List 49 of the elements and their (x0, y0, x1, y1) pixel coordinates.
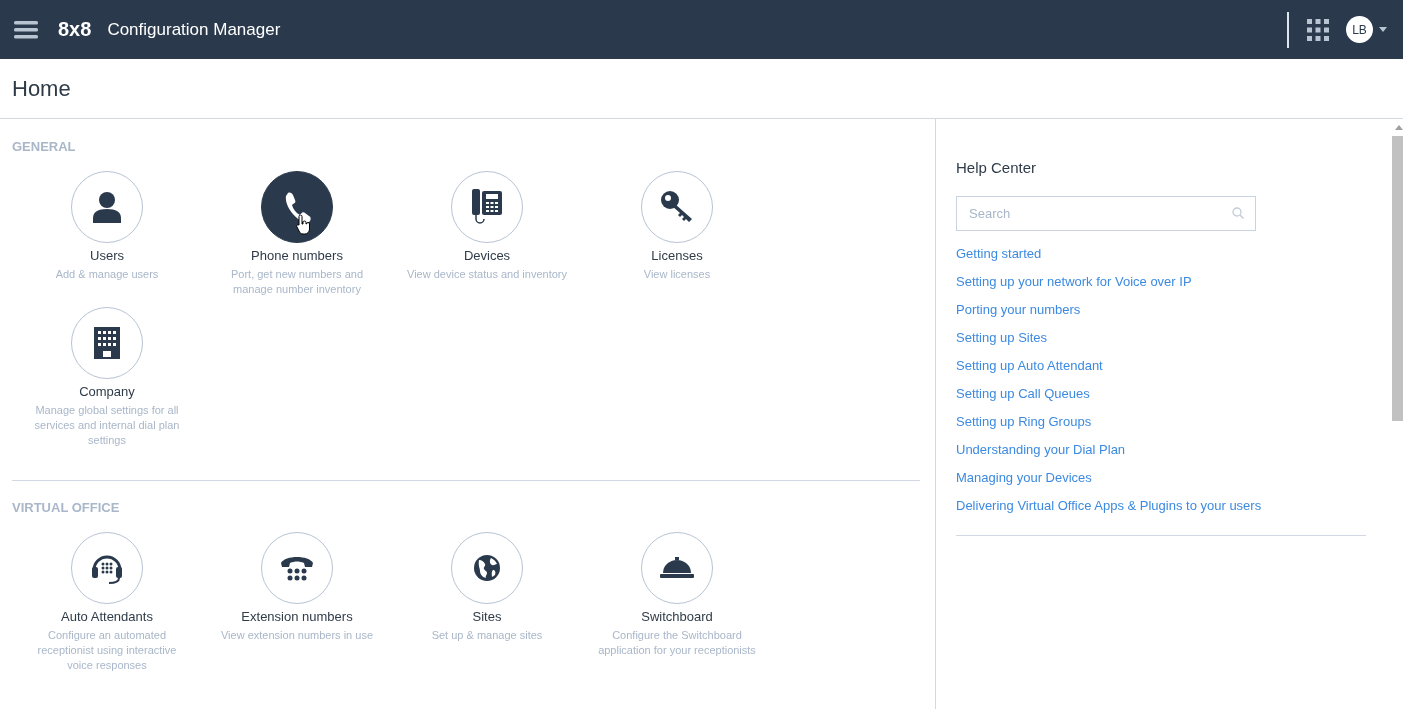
tile-description: Configure the Switchboard application for your receptionists (597, 628, 757, 658)
tile-title[interactable]: Users (90, 248, 124, 263)
help-link[interactable]: Setting up Sites (956, 324, 1048, 352)
tile-title[interactable]: Company (79, 384, 135, 399)
desk-phone-icon (472, 189, 502, 225)
tile-title[interactable]: Licenses (651, 248, 703, 263)
help-link[interactable]: Managing your Devices (956, 464, 1092, 492)
help-link[interactable]: Setting up Auto Attendant (956, 352, 1103, 380)
tile-description: View device status and inventory (407, 267, 567, 282)
help-link[interactable]: Setting up Call Queues (956, 380, 1090, 408)
key-icon (660, 190, 694, 224)
help-search-field[interactable]: Search (956, 196, 1256, 231)
help-link[interactable]: Getting started (956, 240, 1042, 268)
section-heading: GENERAL (12, 139, 77, 154)
tile-title[interactable]: Phone numbers (251, 248, 343, 263)
help-center-title: Help Center (956, 159, 1038, 176)
help-link[interactable]: Delivering Virtual Office Apps & Plugins to your users (956, 492, 1262, 520)
section-heading: VIRTUAL OFFICE (12, 500, 121, 515)
scroll-up-icon[interactable] (1394, 125, 1403, 130)
tile-description: Set up & manage sites (430, 628, 544, 643)
tile-description: View licenses (642, 267, 712, 282)
tile-title[interactable]: Sites (472, 609, 502, 624)
app-grid-icon[interactable] (1307, 18, 1329, 41)
menu-icon[interactable] (14, 20, 38, 39)
scrollbar-thumb[interactable] (1392, 136, 1403, 421)
building-icon (94, 327, 120, 359)
tile-title[interactable]: Extension numbers (241, 609, 353, 624)
help-link[interactable]: Understanding your Dial Plan (956, 436, 1126, 464)
user-avatar[interactable]: LB (1346, 16, 1373, 43)
tile-description: Add & manage users (54, 267, 160, 282)
tile-title[interactable]: Switchboard (641, 609, 713, 624)
hand-cursor-icon (296, 215, 310, 235)
search-icon (1232, 207, 1244, 219)
tile-title[interactable]: Devices (463, 248, 511, 263)
tile-description: View extension numbers in use (219, 628, 375, 643)
tile-title[interactable]: Auto Attendants (61, 609, 153, 624)
help-link[interactable]: Porting your numbers (956, 296, 1081, 324)
globe-icon (473, 554, 501, 582)
tile-description: Manage global settings for all services and internal dial plan settings (33, 403, 181, 448)
tile-description: Port, get new numbers and manage number inventory (229, 267, 365, 297)
service-bell-icon (660, 557, 694, 579)
tile-description: Configure an automated receptionist using interactive voice responses (36, 628, 178, 673)
help-link[interactable]: Setting up your network for Voice over IP (956, 268, 1192, 296)
page-title: Home (12, 75, 71, 102)
logo[interactable]: 8x8 (58, 18, 92, 41)
user-icon (92, 191, 122, 223)
app-title: Configuration Manager (107, 19, 281, 40)
help-link[interactable]: Setting up Ring Groups (956, 408, 1092, 436)
caret-icon[interactable] (1379, 27, 1387, 32)
